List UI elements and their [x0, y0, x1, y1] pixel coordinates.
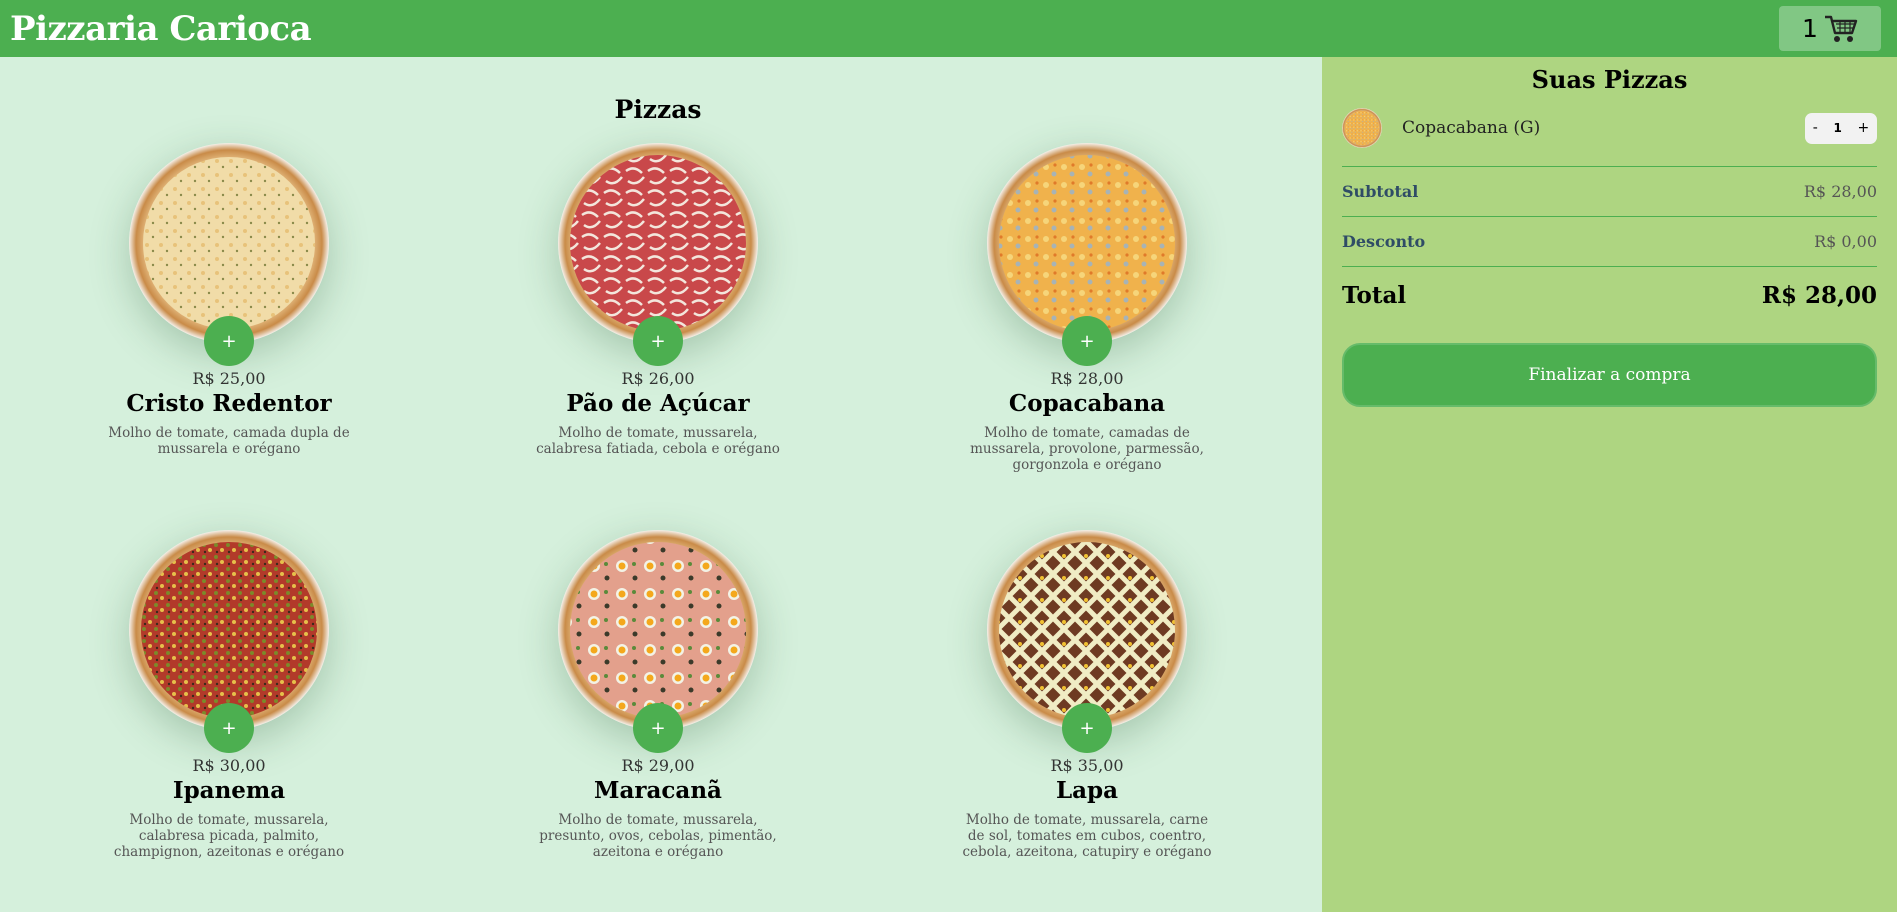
add-to-cart-button[interactable]: + [204, 703, 254, 753]
pizza-card: + R$ 29,00 Maracanã Molho de tomate, mus… [508, 530, 808, 860]
pizza-name: Cristo Redentor [126, 390, 332, 417]
cart-item-image [1342, 108, 1382, 148]
pizza-price: R$ 30,00 [192, 756, 266, 775]
cart-icon [1824, 15, 1858, 42]
pizza-name: Ipanema [172, 777, 286, 804]
pizza-name: Lapa [1055, 777, 1119, 804]
total-row: Total R$ 28,00 [1342, 266, 1877, 324]
cart-item-name: Copacabana (G) [1402, 118, 1541, 138]
add-to-cart-button[interactable]: + [1062, 703, 1112, 753]
quantity-value: 1 [1833, 121, 1842, 135]
cart-item: Copacabana (G) - 1 + [1342, 108, 1877, 148]
pizza-image[interactable] [987, 143, 1187, 343]
brand-title[interactable]: Pizzaria Carioca [10, 9, 312, 49]
pizza-card: + R$ 35,00 Lapa Molho de tomate, mussare… [937, 530, 1237, 860]
pizza-name: Maracanã [594, 777, 722, 804]
pizza-description: Molho de tomate, mussarela, calabresa fa… [536, 425, 780, 457]
pizza-price: R$ 29,00 [621, 756, 695, 775]
add-to-cart-button[interactable]: + [633, 316, 683, 366]
subtotal-label: Subtotal [1342, 182, 1419, 201]
pizza-image[interactable] [987, 530, 1187, 730]
checkout-button[interactable]: Finalizar a compra [1342, 343, 1877, 407]
pizza-description: Molho de tomate, camadas de mussarela, p… [970, 425, 1204, 473]
pizza-name: Pão de Açúcar [566, 390, 750, 417]
pizza-description: Molho de tomate, mussarela, presunto, ov… [539, 812, 777, 860]
discount-value: R$ 0,00 [1814, 232, 1877, 251]
cart-title: Suas Pizzas [1531, 65, 1688, 94]
pizza-card: + R$ 28,00 Copacabana Molho de tomate, c… [937, 143, 1237, 473]
pizza-price: R$ 25,00 [192, 369, 266, 388]
subtotal-value: R$ 28,00 [1803, 182, 1877, 201]
cart-count: 1 [1802, 14, 1818, 43]
pizza-price: R$ 35,00 [1050, 756, 1124, 775]
pizza-name: Copacabana [1008, 390, 1166, 417]
discount-row: Desconto R$ 0,00 [1342, 216, 1877, 266]
top-bar: Pizzaria Carioca 1 [0, 0, 1897, 57]
menu-title: Pizzas [614, 95, 702, 124]
total-label: Total [1342, 282, 1407, 309]
discount-label: Desconto [1342, 232, 1426, 251]
pizza-price: R$ 28,00 [1050, 369, 1124, 388]
cart-button[interactable]: 1 [1779, 6, 1881, 51]
cart-sidebar: Suas Pizzas Copacabana (G) - 1 + Subtota… [1322, 57, 1897, 912]
quantity-stepper: - 1 + [1805, 112, 1877, 144]
pizza-card: + R$ 30,00 Ipanema Molho de tomate, muss… [79, 530, 379, 860]
pizza-price: R$ 26,00 [621, 369, 695, 388]
pizza-image[interactable] [558, 530, 758, 730]
pizza-description: Molho de tomate, camada dupla de mussare… [108, 425, 350, 457]
pizza-image[interactable] [558, 143, 758, 343]
add-to-cart-button[interactable]: + [1062, 316, 1112, 366]
pizza-description: Molho de tomate, mussarela, carne de sol… [962, 812, 1212, 860]
increase-qty-button[interactable]: + [1857, 120, 1869, 136]
decrease-qty-button[interactable]: - [1813, 120, 1818, 136]
subtotal-row: Subtotal R$ 28,00 [1342, 166, 1877, 216]
add-to-cart-button[interactable]: + [204, 316, 254, 366]
pizza-card: + R$ 25,00 Cristo Redentor Molho de toma… [79, 143, 379, 457]
total-value: R$ 28,00 [1761, 282, 1877, 309]
pizza-description: Molho de tomate, mussarela, calabresa pi… [113, 812, 345, 860]
pizza-card: + R$ 26,00 Pão de Açúcar Molho de tomate… [508, 143, 808, 457]
pizza-image[interactable] [129, 143, 329, 343]
add-to-cart-button[interactable]: + [633, 703, 683, 753]
pizza-image[interactable] [129, 530, 329, 730]
pizza-menu: Pizzas + R$ 25,00 Cristo Redentor Molho … [0, 57, 1322, 912]
